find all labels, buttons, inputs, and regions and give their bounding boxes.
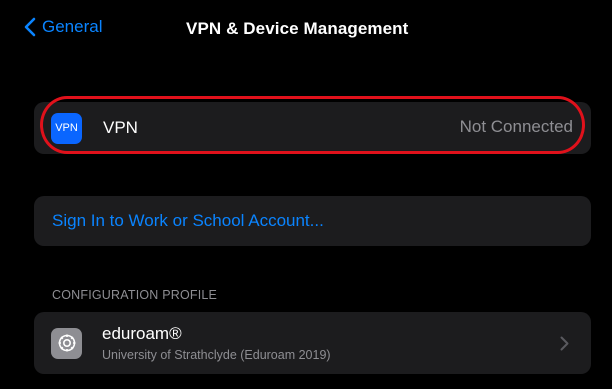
page-title: VPN & Device Management <box>186 19 409 38</box>
chevron-left-icon <box>24 17 36 37</box>
profile-text: eduroam® University of Strathclyde (Edur… <box>102 324 331 362</box>
back-label: General <box>42 17 103 36</box>
vpn-label: VPN <box>103 118 138 137</box>
chevron-right-icon <box>560 336 569 356</box>
configuration-profile-header: CONFIGURATION PROFILE <box>52 288 218 302</box>
vpn-status: Not Connected <box>459 117 573 136</box>
vpn-icon: VPN <box>51 112 82 144</box>
vpn-icon-text: VPN <box>55 122 78 134</box>
vpn-row[interactable]: VPN VPN Not Connected <box>34 102 591 154</box>
gear-icon <box>51 327 82 359</box>
sign-in-work-account-button[interactable]: Sign In to Work or School Account... <box>34 196 591 246</box>
sign-in-label: Sign In to Work or School Account... <box>52 211 324 230</box>
vpn-device-management-screen: General VPN & Device Management VPN VPN … <box>0 0 612 389</box>
eduroam-profile-row[interactable]: eduroam® University of Strathclyde (Edur… <box>34 312 591 374</box>
profile-subtitle: University of Strathclyde (Eduroam 2019) <box>102 348 331 362</box>
back-button[interactable]: General <box>24 17 102 37</box>
navigation-bar: General VPN & Device Management <box>0 0 612 60</box>
profile-name: eduroam® <box>102 324 182 343</box>
